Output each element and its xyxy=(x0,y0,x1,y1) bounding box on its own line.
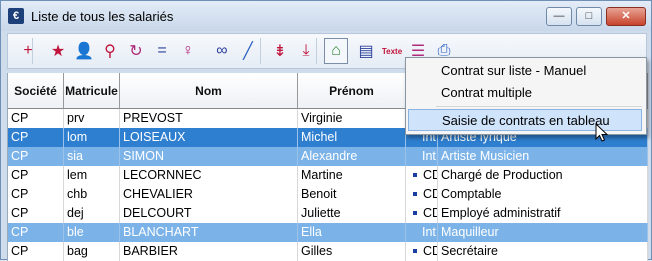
toolbar-separator xyxy=(32,38,33,64)
cell-contrat: CDI xyxy=(406,166,438,185)
sort-down-icon[interactable]: ⤓ xyxy=(294,38,318,64)
toolbar-separator xyxy=(260,38,261,64)
column-header[interactable]: Prénom xyxy=(298,73,406,109)
cell-nom: SIMON xyxy=(120,147,298,166)
column-header[interactable]: Matricule xyxy=(64,73,120,109)
cell-societe: CP xyxy=(8,185,64,204)
cell-nom: DELCOURT xyxy=(120,204,298,223)
cell-nom: LECORNNEC xyxy=(120,166,298,185)
bullet-icon xyxy=(413,248,417,253)
user-key-icon[interactable]: ⚲ xyxy=(98,38,122,64)
cell-prenom: Alexandre xyxy=(298,147,406,166)
refresh-icon[interactable]: ↻ xyxy=(124,38,148,64)
table-row[interactable]: CP sia SIMON Alexandre Int. Artiste Musicien xyxy=(8,147,648,166)
cell-matricule: sia xyxy=(64,147,120,166)
cell-contrat: CDI xyxy=(406,242,438,261)
cell-matricule: chb xyxy=(64,185,120,204)
cell-societe: CP xyxy=(8,242,64,261)
cell-matricule: lom xyxy=(64,128,120,147)
minimize-button[interactable]: — xyxy=(546,7,572,26)
title-bar: € Liste de tous les salariés — □ ✕ xyxy=(1,1,651,31)
menu-item-contrat-liste-manuel[interactable]: Contrat sur liste - Manuel xyxy=(408,60,642,82)
cell-prenom: Benoit xyxy=(298,185,406,204)
contract-type: CDI xyxy=(423,206,437,220)
contract-type: CDI xyxy=(423,187,437,201)
cell-poste: Chargé de Production xyxy=(438,166,648,185)
bullet-icon xyxy=(413,210,417,215)
user-add-icon[interactable]: 👤 xyxy=(72,38,96,64)
window-title: Liste de tous les salariés xyxy=(31,9,174,24)
cell-societe: CP xyxy=(8,166,64,185)
close-button[interactable]: ✕ xyxy=(606,7,646,26)
mouse-cursor-icon xyxy=(595,123,609,142)
plus-icon[interactable]: + xyxy=(16,38,40,64)
table-row[interactable]: CPdejDELCOURTJuliette CDIEmployé administ… xyxy=(8,204,648,223)
contract-type: CDI xyxy=(423,168,437,182)
cell-poste: Employé administratif xyxy=(438,204,648,223)
cell-contrat: CDI xyxy=(406,185,438,204)
cell-poste: Comptable xyxy=(438,185,648,204)
cell-nom: BARBIER xyxy=(120,242,298,261)
bullet-icon xyxy=(413,172,417,177)
table-row[interactable]: CPchbCHEVALIERBenoit CDIComptable xyxy=(8,185,648,204)
main-window: € Liste de tous les salariés — □ ✕ + ★ 👤 ⚲ ↻… xyxy=(0,0,652,261)
table-row[interactable]: CP ble BLANCHART Ella Int. Maquilleur xyxy=(8,223,648,242)
cell-prenom: Gilles xyxy=(298,242,406,261)
document-add-icon[interactable]: ▤ xyxy=(354,38,378,64)
cell-matricule: bag xyxy=(64,242,120,261)
cell-societe: CP xyxy=(8,204,64,223)
cell-matricule: ble xyxy=(64,223,120,242)
cell-contrat: Int. xyxy=(406,223,438,242)
cell-matricule: prv xyxy=(64,109,120,128)
cell-societe: CP xyxy=(8,147,64,166)
cell-matricule: lem xyxy=(64,166,120,185)
cell-prenom: Virginie xyxy=(298,109,406,128)
table-row[interactable]: CPlemLECORNNECMartine CDIChargé de Produc… xyxy=(8,166,648,185)
table-row[interactable]: CPbagBARBIERGilles CDISecrétaire xyxy=(8,242,648,261)
cell-prenom: Martine xyxy=(298,166,406,185)
contract-type: Int. xyxy=(422,149,438,163)
toolbar-separator xyxy=(316,38,317,64)
star-list-icon[interactable]: ★ xyxy=(46,38,70,64)
house-add-icon[interactable]: ⌂ xyxy=(324,38,348,64)
maximize-button[interactable]: □ xyxy=(576,7,602,26)
column-header[interactable]: Société xyxy=(8,73,64,109)
menu-item-contrat-multiple[interactable]: Contrat multiple xyxy=(408,82,642,104)
contract-type: CDI xyxy=(423,244,437,258)
cell-nom: LOISEAUX xyxy=(120,128,298,147)
contract-type: Int. xyxy=(422,225,438,239)
app-logo-icon: € xyxy=(8,8,24,24)
column-header[interactable]: Nom xyxy=(120,73,298,109)
cell-matricule: dej xyxy=(64,204,120,223)
text-icon[interactable]: Texte xyxy=(380,38,404,64)
cell-nom: BLANCHART xyxy=(120,223,298,242)
cell-poste: Secrétaire xyxy=(438,242,648,261)
equal-icon[interactable]: = xyxy=(150,38,174,64)
pen-icon[interactable]: ╱ xyxy=(236,38,260,64)
cell-prenom: Michel xyxy=(298,128,406,147)
sort-asc-icon[interactable]: ⇟ xyxy=(268,38,292,64)
cell-contrat: CDI xyxy=(406,204,438,223)
cell-societe: CP xyxy=(8,109,64,128)
cell-prenom: Ella xyxy=(298,223,406,242)
key-icon[interactable]: ♀ xyxy=(176,38,200,64)
cell-societe: CP xyxy=(8,223,64,242)
cell-prenom: Juliette xyxy=(298,204,406,223)
cell-societe: CP xyxy=(8,128,64,147)
bullet-icon xyxy=(413,191,417,196)
cell-nom: PREVOST xyxy=(120,109,298,128)
menu-separator xyxy=(436,106,642,107)
contract-context-menu: Contrat sur liste - Manuel Contrat multi… xyxy=(405,57,647,135)
cell-poste: Maquilleur xyxy=(438,223,648,242)
cell-nom: CHEVALIER xyxy=(120,185,298,204)
cell-contrat: Int. xyxy=(406,147,438,166)
cell-poste: Artiste Musicien xyxy=(438,147,648,166)
glasses-icon[interactable]: ∞ xyxy=(210,38,234,64)
